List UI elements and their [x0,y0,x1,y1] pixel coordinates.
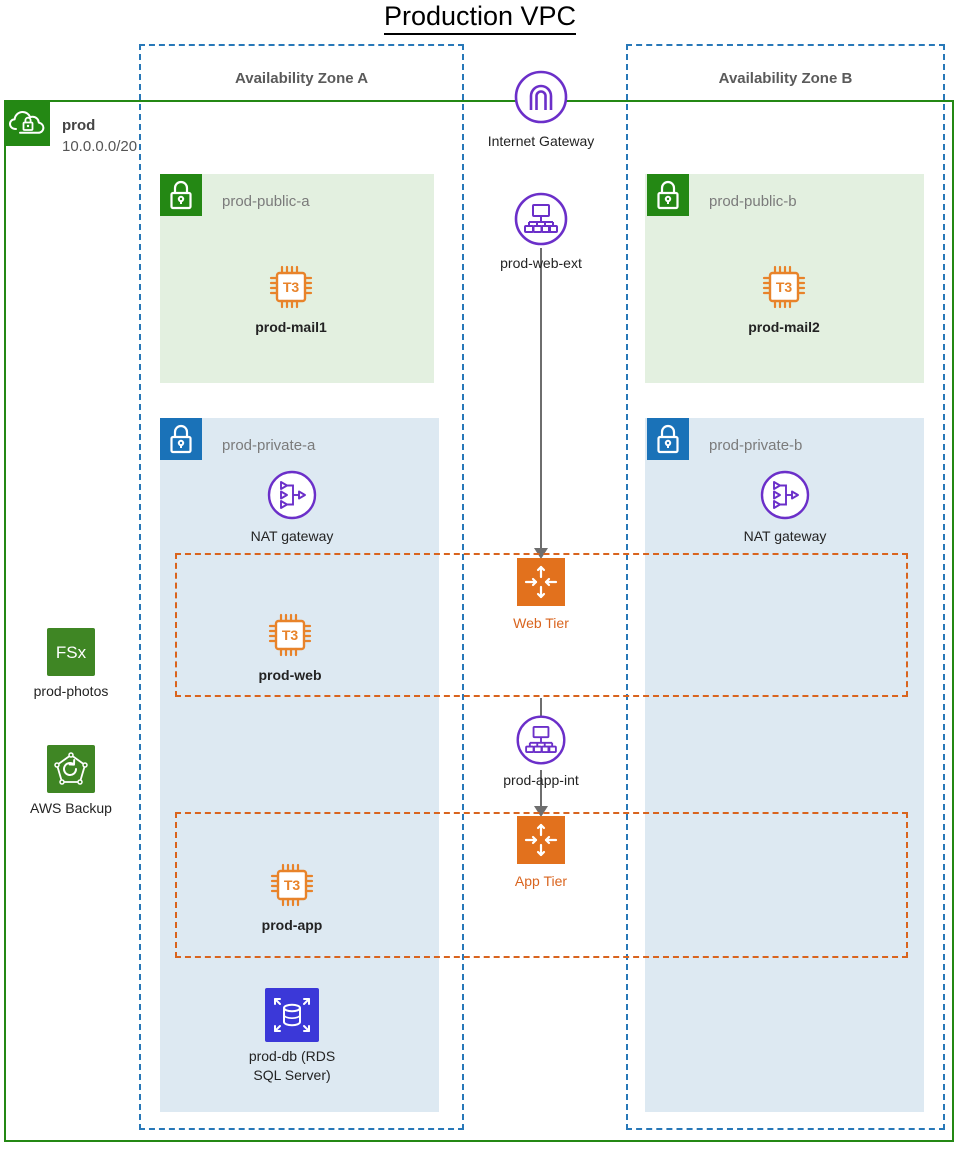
rds-database-icon [231,988,353,1042]
fsx-icon: FSx [10,628,132,676]
subnet-label-prod-private-a: prod-private-a [222,437,316,454]
node-caption: prod-mail2 [748,319,820,335]
node-caption: Internet Gateway [487,133,595,149]
ec2-instance-type-badge: T3 [283,279,300,295]
node-caption: NAT gateway [743,528,827,544]
availability-zone-b-label: Availability Zone B [718,70,853,87]
load-balancer-icon [480,190,602,248]
lock-icon [647,174,689,216]
node-aws-backup[interactable]: AWS Backup [10,745,132,818]
node-internet-gateway[interactable]: Internet Gateway [480,68,602,151]
subnet-label-prod-public-a: prod-public-a [222,193,310,210]
ec2-instance-icon: T3 [723,260,845,314]
node-caption: prod-web [258,667,322,683]
auto-scaling-group-icon [480,816,602,864]
auto-scaling-group-icon [480,558,602,606]
ec2-instance-type-badge: T3 [776,279,793,295]
vpc-cidr-label: 10.0.0.0/20 [62,138,138,155]
node-caption: prod-app [261,917,323,933]
node-prod-mail1[interactable]: T3 prod-mail1 [230,260,352,337]
node-nat-gateway-a[interactable]: NAT gateway [231,468,353,546]
node-caption: prod-photos [33,683,109,699]
svg-text:FSx: FSx [56,643,87,662]
load-balancer-icon [480,713,602,767]
node-caption: AWS Backup [30,800,112,816]
vpc-name-label: prod [62,117,96,134]
nat-gateway-icon [231,468,353,522]
node-caption: NAT gateway [250,528,334,544]
node-prod-web[interactable]: T3 prod-web [229,608,351,685]
node-prod-web-ext[interactable]: prod-web-ext [480,190,602,273]
availability-zone-a-label: Availability Zone A [234,70,369,87]
ec2-instance-type-badge: T3 [282,627,299,643]
ec2-instance-icon: T3 [229,608,351,662]
page-title-text: Production VPC [383,1,577,35]
node-caption: prod-web-ext [500,255,582,271]
connector-weblb-to-webtier [540,248,542,551]
node-caption: App Tier [514,873,568,889]
lock-icon [160,174,202,216]
node-app-tier[interactable]: App Tier [480,816,602,891]
ec2-instance-icon: T3 [230,260,352,314]
node-prod-app-int[interactable]: prod-app-int [480,713,602,790]
node-prod-app[interactable]: T3 prod-app [231,858,353,935]
node-caption: prod-db (RDS SQL Server) [248,1048,336,1083]
node-caption: prod-app-int [503,772,579,788]
node-caption: prod-mail1 [255,319,327,335]
internet-gateway-icon [480,68,602,126]
vpc-cloud-lock-icon [4,100,50,146]
node-nat-gateway-b[interactable]: NAT gateway [724,468,846,546]
subnet-label-prod-private-b: prod-private-b [709,437,803,454]
node-prod-photos[interactable]: FSx prod-photos [10,628,132,701]
node-prod-mail2[interactable]: T3 prod-mail2 [723,260,845,337]
lock-icon [160,418,202,460]
lock-icon [647,418,689,460]
node-prod-db[interactable]: prod-db (RDS SQL Server) [231,988,353,1085]
nat-gateway-icon [724,468,846,522]
ec2-instance-icon: T3 [231,858,353,912]
page-title: Production VPC [0,0,960,35]
subnet-label-prod-public-b: prod-public-b [709,193,797,210]
node-web-tier[interactable]: Web Tier [480,558,602,633]
ec2-instance-type-badge: T3 [284,877,301,893]
node-caption: Web Tier [513,615,569,631]
aws-backup-icon [10,745,132,793]
